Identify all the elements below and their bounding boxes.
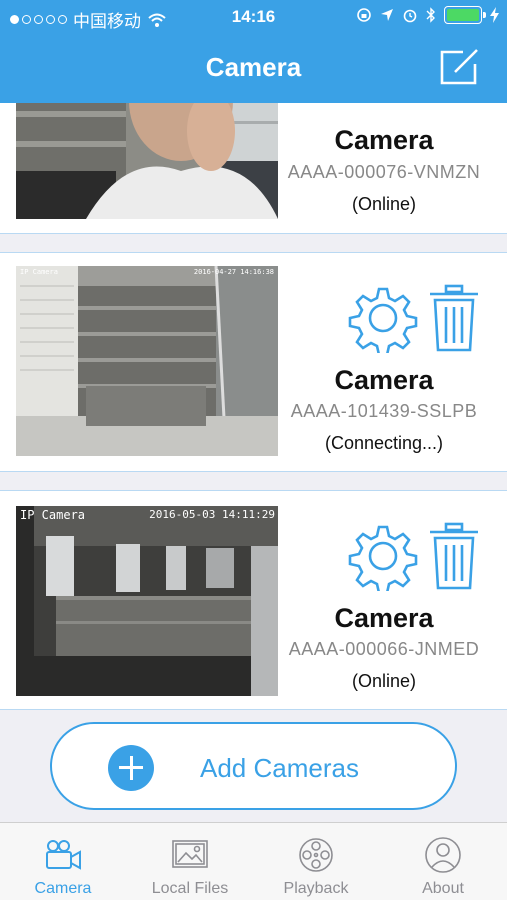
camera-thumbnail[interactable]: IP Camera 2016-04-27 14:16:38 (16, 266, 278, 456)
app-header: 中国移动 14:16 Camera (0, 0, 507, 103)
camera-overlay-timestamp: 2016-05-03 14:11:29 (149, 508, 275, 521)
tab-label: Camera (34, 880, 92, 897)
alarm-icon (403, 9, 417, 23)
camera-name: Camera (334, 365, 434, 395)
battery-icon (444, 6, 486, 24)
add-cameras-label: Add Cameras (200, 753, 359, 783)
tab-playback[interactable]: Playback (253, 823, 379, 900)
camera-card[interactable]: IP Camera 2016-05-03 14:11:29 Camera AAA… (0, 490, 507, 710)
camera-status: (Online) (351, 194, 417, 214)
camera-thumbnail[interactable]: IP Camera 2016-05-03 14:11:29 (16, 506, 278, 696)
video-camera-icon (46, 840, 81, 870)
charging-bolt-icon (490, 7, 499, 23)
tab-about[interactable]: About (380, 823, 506, 900)
camera-uid: AAAA-000066-JNMED (288, 639, 480, 659)
edit-square-icon[interactable] (439, 48, 481, 86)
tab-camera[interactable]: Camera (0, 823, 126, 900)
film-reel-icon (299, 838, 333, 872)
image-icon (172, 840, 208, 868)
camera-overlay-label: IP Camera (20, 508, 86, 522)
status-bar: 中国移动 14:16 (0, 0, 507, 34)
tab-bar: Camera Local Files Playback About (0, 822, 507, 900)
user-icon (425, 837, 461, 873)
camera-actions (348, 283, 482, 353)
add-cameras-button[interactable]: Add Cameras (50, 722, 457, 810)
status-icons (356, 6, 499, 24)
camera-name: Camera (334, 603, 434, 633)
page-title: Camera (205, 52, 302, 82)
tab-local-files[interactable]: Local Files (127, 823, 253, 900)
tab-label: About (422, 880, 464, 897)
location-arrow-icon (381, 9, 393, 21)
camera-name: Camera (334, 125, 434, 155)
bluetooth-icon (426, 7, 435, 23)
tab-label: Playback (283, 880, 349, 897)
camera-uid: AAAA-101439-SSLPB (290, 401, 478, 421)
rotation-lock-icon (357, 8, 371, 22)
plus-icon (108, 745, 154, 791)
camera-overlay-timestamp: 2016-04-27 14:16:38 (193, 268, 274, 276)
delete-trash-icon[interactable] (428, 283, 480, 353)
delete-trash-icon[interactable] (428, 521, 480, 591)
tab-label: Local Files (151, 880, 229, 897)
camera-card[interactable]: IP Camera 2016-04-27 14:16:38 Camera AAA… (0, 252, 507, 472)
settings-gear-icon[interactable] (348, 521, 418, 591)
camera-status: (Connecting...) (324, 433, 444, 453)
camera-uid: AAAA-000076-VNMZN (287, 162, 481, 182)
camera-overlay-label: IP Camera (20, 268, 58, 276)
camera-status: (Online) (351, 671, 417, 691)
settings-gear-icon[interactable] (348, 283, 418, 353)
camera-actions (348, 521, 482, 591)
